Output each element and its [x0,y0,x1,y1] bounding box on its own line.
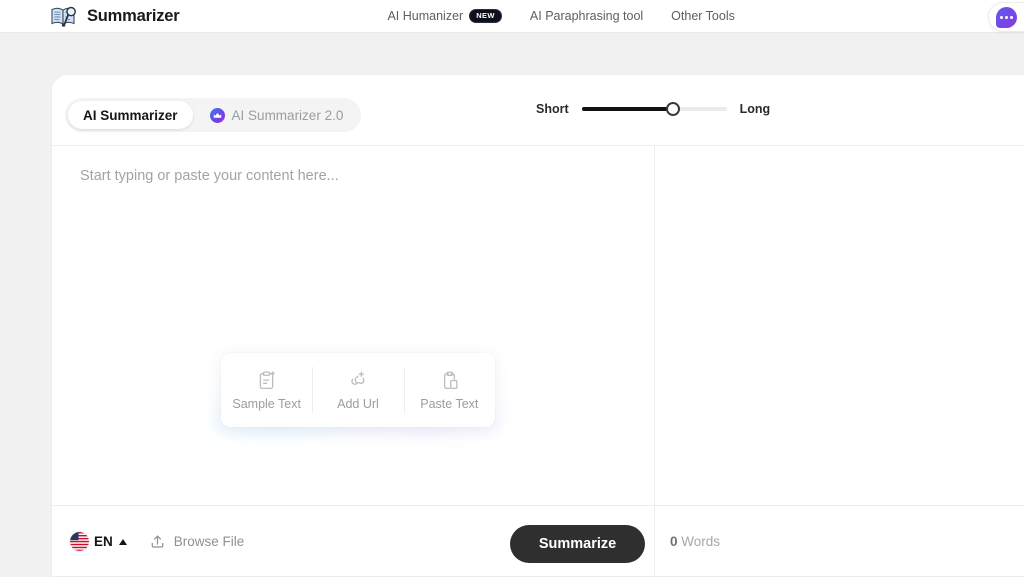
browse-file-label: Browse File [173,534,245,549]
card-toolbar: AI Summarizer AI Summarizer 2.0 Short Lo… [52,75,1024,145]
output-pane [656,146,1024,506]
app-header: Summarizer AI Humanizer NEW AI Paraphras… [0,0,1024,33]
new-badge: NEW [469,8,502,24]
paste-text-button[interactable]: Paste Text [403,353,495,427]
chat-bubble-icon [996,6,1017,28]
tab-label: AI Summarizer 2.0 [231,107,344,123]
browse-file-button[interactable]: Browse File [149,533,245,550]
tab-label: AI Summarizer [83,107,178,123]
tab-ai-summarizer-2-0[interactable]: AI Summarizer 2.0 [195,101,359,129]
caret-up-icon [118,538,127,545]
nav-item-other-tools[interactable]: Other Tools [671,9,735,23]
mode-tabs: AI Summarizer AI Summarizer 2.0 [65,98,362,132]
brand[interactable]: Summarizer [50,4,180,28]
action-label: Paste Text [420,396,479,411]
editor-row: Start typing or paste your content here.… [52,145,1024,506]
tab-ai-summarizer[interactable]: AI Summarizer [68,101,193,129]
action-label: Sample Text [232,396,301,411]
paste-icon [443,371,458,389]
action-label: Add Url [337,396,379,411]
nav-item-label: AI Paraphrasing tool [529,9,644,23]
word-count-value: 0 [670,534,678,549]
summarize-button[interactable]: Summarize [510,525,645,563]
brand-title: Summarizer [87,6,180,25]
slider-fill [581,107,673,111]
nav-item-ai-humanizer[interactable]: AI Humanizer NEW [387,8,502,24]
slider-thumb[interactable] [665,102,680,116]
nav-item-label: Other Tools [671,9,735,23]
length-min-label: Short [536,102,569,116]
word-count-unit: Words [681,534,721,549]
editor-placeholder: Start typing or paste your content here.… [80,168,339,184]
language-selector[interactable]: EN [70,532,127,551]
footer-left: EN Browse File Summarize [52,506,655,577]
us-flag-icon [70,532,89,551]
clipboard-plus-icon [259,370,276,389]
sample-text-button[interactable]: Sample Text [221,353,312,427]
book-search-icon [51,6,76,27]
link-plus-icon [351,371,366,385]
main-nav: AI Humanizer NEW AI Paraphrasing tool Ot… [387,8,735,24]
chat-widget-button[interactable] [988,2,1024,32]
language-code: EN [94,534,113,549]
footer-right: 0 Words [656,506,1024,577]
word-count: 0 Words [670,534,720,549]
quick-actions: Sample Text Add Url Paste Text [221,353,495,427]
input-pane[interactable]: Start typing or paste your content here.… [52,146,655,506]
card-footer: EN Browse File Summarize 0 Words [52,505,1024,577]
summarizer-card: AI Summarizer AI Summarizer 2.0 Short Lo… [52,75,1024,577]
summary-length-control: Short Long [536,101,770,117]
add-url-button[interactable]: Add Url [312,353,403,427]
length-max-label: Long [739,102,771,116]
upload-icon [151,535,164,548]
nav-item-ai-paraphrasing-tool[interactable]: AI Paraphrasing tool [530,9,643,23]
length-slider[interactable] [581,101,727,117]
sparkle-crown-icon [209,107,225,123]
nav-item-label: AI Humanizer [387,9,464,23]
